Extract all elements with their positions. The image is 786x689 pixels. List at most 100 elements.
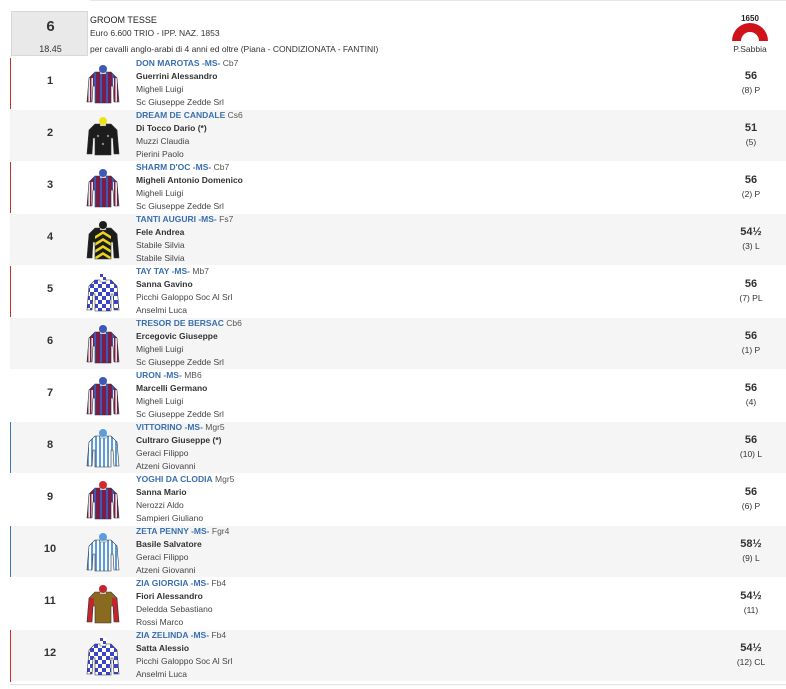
trainer-name: Geraci Filippo <box>136 448 189 458</box>
horse-name-link[interactable]: SHARM D'OC -MS- <box>136 162 211 172</box>
horse-info: DON MAROTAS -MS- Cb7 <box>136 58 238 68</box>
horse-sex-age: Fgr4 <box>211 526 230 536</box>
top-divider <box>90 0 786 10</box>
jockey-name: Satta Alessio <box>136 643 190 653</box>
jockey-name: Sanna Gavino <box>136 279 193 289</box>
runner-number: 10 <box>43 543 57 555</box>
row-accent-bar <box>10 214 11 266</box>
owner-name: Rossi Marco <box>136 617 184 627</box>
horse-name-link[interactable]: DON MAROTAS -MS- <box>136 58 220 68</box>
owner-name: Atzeni Giovanni <box>136 461 196 471</box>
jockey-name: Fiori Alessandro <box>136 591 203 601</box>
horse-sex-age: Cb7 <box>222 58 239 68</box>
owner-name: Atzeni Giovanni <box>136 565 196 575</box>
owner-name: Anselmi Luca <box>136 669 188 679</box>
race-number-box[interactable]: 6 18.45 <box>11 11 88 56</box>
runner-row[interactable]: 5 TAY TAY -MS- Mb7 Sanna Gavino Picchi Galo… <box>10 265 786 318</box>
jockey-silk-icon <box>86 376 120 416</box>
horse-sex-age: Mgr5 <box>205 422 225 432</box>
owner-name: Pierini Paolo <box>136 149 184 159</box>
horse-info: YOGHI DA CLODIA Mgr5 <box>136 474 234 484</box>
row-accent-bar <box>10 422 11 474</box>
runner-row[interactable]: 7 URON -MS- MB6 Marcelli Germano Migheli Lu… <box>10 369 786 421</box>
horse-name-link[interactable]: URON -MS- <box>136 370 182 380</box>
owner-name: Anselmi Luca <box>136 305 188 315</box>
bottom-divider <box>10 684 786 685</box>
runner-row[interactable]: 2 DREAM DE CANDALE Cs6 Di Tocco Dario (*) M… <box>10 109 786 161</box>
runner-row[interactable]: 11 ZIA GIORGIA -MS- Fb4 Fiori Alessandro De… <box>10 577 786 629</box>
runner-draw: (11) <box>743 605 759 615</box>
jockey-name: Di Tocco Dario (*) <box>136 123 207 133</box>
runner-row[interactable]: 6 TRESOR DE BERSAC Cb6 Ercegovic Giuseppe M… <box>10 317 786 369</box>
horse-info: URON -MS- MB6 <box>136 370 202 380</box>
runner-row[interactable]: 1 DON MAROTAS -MS- Cb7 Guerrini Alessandro… <box>10 57 786 110</box>
runner-draw: (8) P <box>741 85 761 95</box>
row-accent-bar <box>10 162 11 214</box>
horse-name-link[interactable]: TAY TAY -MS- <box>136 266 190 276</box>
jockey-silk-icon <box>86 116 120 156</box>
horse-name-link[interactable]: ZETA PENNY -MS- <box>136 526 210 536</box>
jockey-silk-icon <box>86 272 120 312</box>
jockey-silk-icon <box>86 428 120 468</box>
horse-name-link[interactable]: ZIA ZELINDA -MS- <box>136 630 209 640</box>
runner-row[interactable]: 10 ZETA PENNY -MS- Fgr4 Basile Salvatore Ge… <box>10 525 786 578</box>
horse-name-link[interactable]: YOGHI DA CLODIA <box>136 474 213 484</box>
runner-number: 2 <box>46 127 54 139</box>
trainer-name: Migheli Luigi <box>136 84 184 94</box>
runner-row[interactable]: 12 ZIA ZELINDA -MS- Fb4 Satta Alessio Picch… <box>10 629 786 682</box>
runner-weight: 56 <box>744 70 758 82</box>
row-accent-bar <box>10 578 11 630</box>
owner-name: Sc Giuseppe Zedde Srl <box>136 357 224 367</box>
jockey-silk-icon <box>86 584 120 624</box>
jockey-name: Guerrini Alessandro <box>136 71 218 81</box>
horse-info: ZIA GIORGIA -MS- Fb4 <box>136 578 226 588</box>
trainer-name: Stabile Silvia <box>136 240 185 250</box>
runner-number: 9 <box>46 491 54 503</box>
horse-info: TRESOR DE BERSAC Cb6 <box>136 318 242 328</box>
horse-sex-age: Fs7 <box>219 214 234 224</box>
runner-row[interactable]: 8 VITTORINO -MS- Mgr5 Cultraro Giuseppe (*… <box>10 421 786 474</box>
horse-sex-age: Mb7 <box>192 266 209 276</box>
runner-draw: (12) CL <box>736 657 766 667</box>
horse-name-link[interactable]: TANTI AUGURI -MS- <box>136 214 217 224</box>
horse-name-link[interactable]: ZIA GIORGIA -MS- <box>136 578 209 588</box>
runner-number: 8 <box>46 439 54 451</box>
runner-draw: (5) <box>745 137 757 147</box>
trainer-name: Migheli Luigi <box>136 188 184 198</box>
horse-sex-age: Cs6 <box>227 110 243 120</box>
jockey-name: Migheli Antonio Domenico <box>136 175 243 185</box>
runner-weight: 54½ <box>740 642 762 654</box>
horse-name-link[interactable]: TRESOR DE BERSAC <box>136 318 224 328</box>
race-name: GROOM TESSE <box>90 15 157 25</box>
runner-row[interactable]: 4 TANTI AUGURI -MS- Fs7 Fele Andrea Stabile… <box>10 213 786 265</box>
horse-info: TAY TAY -MS- Mb7 <box>136 266 209 276</box>
track-distance-icon: 1650 <box>732 14 768 41</box>
horse-sex-age: Fb4 <box>211 578 227 588</box>
trainer-name: Picchi Galoppo Soc Al Srl <box>136 292 233 302</box>
row-accent-bar <box>10 110 11 162</box>
runner-number: 6 <box>46 335 54 347</box>
runner-row[interactable]: 9 YOGHI DA CLODIA Mgr5 Sanna Mario Nerozzi … <box>10 473 786 525</box>
jockey-silk-icon <box>86 636 120 676</box>
horse-sex-age: Mgr5 <box>215 474 235 484</box>
row-accent-bar <box>10 370 11 422</box>
horse-sex-age: Fb4 <box>211 630 227 640</box>
runner-number: 4 <box>46 231 54 243</box>
runner-row[interactable]: 3 SHARM D'OC -MS- Cb7 Migheli Antonio Dome… <box>10 161 786 214</box>
runners-list: 1 DON MAROTAS -MS- Cb7 Guerrini Alessandro… <box>10 57 786 682</box>
track-distance: 1650 <box>741 14 759 23</box>
jockey-silk-icon <box>86 168 120 208</box>
jockey-name: Fele Andrea <box>136 227 185 237</box>
jockey-name: Sanna Mario <box>136 487 187 497</box>
owner-name: Sampieri Giuliano <box>136 513 204 523</box>
runner-weight: 56 <box>744 278 758 290</box>
runner-draw: (10) L <box>739 449 763 459</box>
runner-number: 12 <box>43 647 57 659</box>
horse-name-link[interactable]: DREAM DE CANDALE <box>136 110 225 120</box>
trainer-name: Nerozzi Aldo <box>136 500 184 510</box>
trainer-name: Migheli Luigi <box>136 344 184 354</box>
horse-name-link[interactable]: VITTORINO -MS- <box>136 422 203 432</box>
runner-number: 7 <box>46 387 54 399</box>
horse-info: ZETA PENNY -MS- Fgr4 <box>136 526 229 536</box>
race-time: 18.45 <box>39 44 62 54</box>
